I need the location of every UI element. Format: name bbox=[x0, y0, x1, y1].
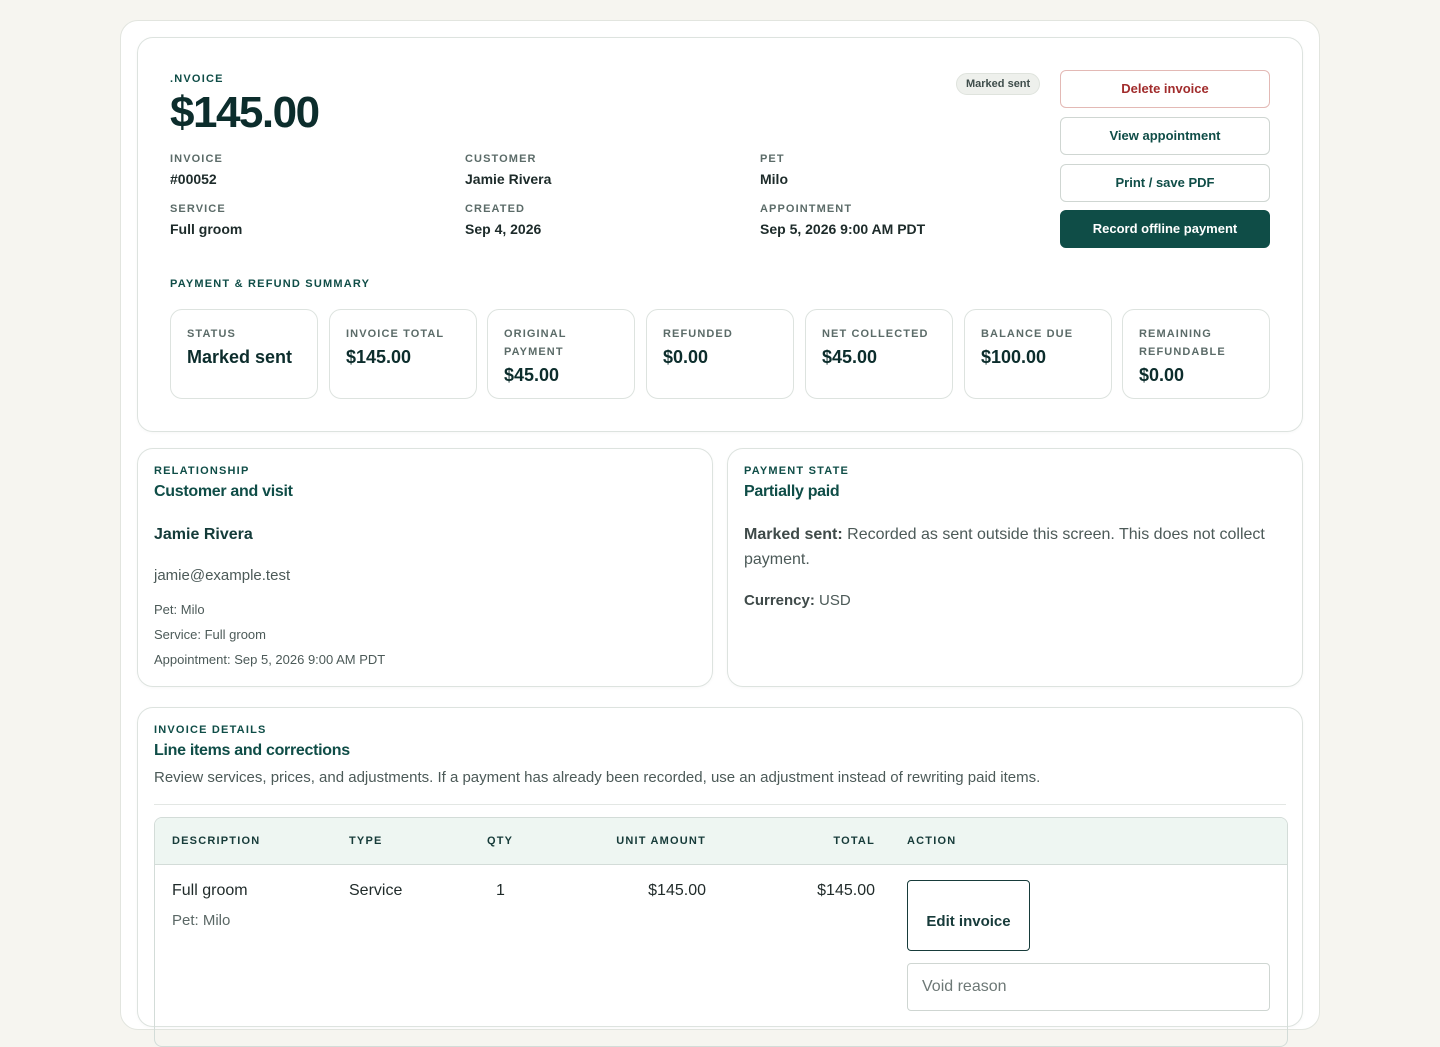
meta-value: Milo bbox=[760, 171, 788, 187]
col-total: TOTAL bbox=[833, 835, 875, 847]
relationship-eyebrow: RELATIONSHIP bbox=[154, 465, 250, 477]
col-description: DESCRIPTION bbox=[172, 835, 261, 847]
view-appointment-button[interactable]: View appointment bbox=[1060, 117, 1270, 155]
stat-value: $145.00 bbox=[346, 347, 412, 367]
stat-refunded: REFUNDED $0.00 bbox=[646, 309, 794, 399]
meta-invoice: INVOICE #00052 bbox=[170, 153, 223, 189]
row-description: Full groom bbox=[172, 882, 248, 899]
stat-balance-due: BALANCE DUE $100.00 bbox=[964, 309, 1112, 399]
currency-line: Currency: USD bbox=[744, 592, 1286, 609]
note-label: Marked sent: bbox=[744, 526, 843, 543]
payment-state-note: Marked sent: Recorded as sent outside th… bbox=[744, 522, 1286, 572]
row-type: Service bbox=[349, 882, 403, 899]
customer-name: Jamie Rivera bbox=[154, 526, 253, 543]
stat-label: STATUS bbox=[187, 328, 236, 340]
stat-remaining-refundable: REMAINING REFUNDABLE $0.00 bbox=[1122, 309, 1270, 399]
meta-label: CREATED bbox=[465, 203, 526, 215]
col-unit-amount: UNIT AMOUNT bbox=[616, 835, 706, 847]
divider bbox=[154, 804, 1286, 805]
meta-label: PET bbox=[760, 153, 785, 165]
pet-line: Pet: Milo bbox=[154, 602, 205, 617]
row-total: $145.00 bbox=[817, 882, 875, 899]
relationship-title: Customer and visit bbox=[154, 483, 293, 500]
meta-customer: CUSTOMER Jamie Rivera bbox=[465, 153, 551, 189]
currency-value: USD bbox=[814, 592, 851, 609]
stat-status: STATUS Marked sent bbox=[170, 309, 318, 399]
meta-value: Sep 4, 2026 bbox=[465, 221, 542, 237]
col-action: ACTION bbox=[907, 835, 957, 847]
service-line: Service: Full groom bbox=[154, 627, 266, 642]
stat-label: ORIGINAL PAYMENT bbox=[504, 328, 567, 358]
line-items-table: DESCRIPTION TYPE QTY UNIT AMOUNT TOTAL A… bbox=[154, 817, 1288, 1047]
meta-value: Jamie Rivera bbox=[465, 171, 552, 187]
meta-label: APPOINTMENT bbox=[760, 203, 853, 215]
meta-created: CREATED Sep 4, 2026 bbox=[465, 203, 541, 239]
void-reason-input[interactable] bbox=[907, 963, 1270, 1011]
row-qty: 1 bbox=[496, 882, 505, 899]
stat-label: NET COLLECTED bbox=[822, 328, 929, 340]
details-description: Review services, prices, and adjustments… bbox=[154, 769, 1041, 786]
payment-state-title: Partially paid bbox=[744, 483, 840, 500]
invoice-kicker: .NVOICE bbox=[170, 73, 224, 85]
stat-invoice-total: INVOICE TOTAL $145.00 bbox=[329, 309, 477, 399]
row-unit-amount: $145.00 bbox=[648, 882, 706, 899]
edit-invoice-button[interactable]: Edit invoice bbox=[907, 880, 1030, 951]
print-pdf-button[interactable]: Print / save PDF bbox=[1060, 164, 1270, 202]
meta-value: Full groom bbox=[170, 221, 243, 237]
table-header: DESCRIPTION TYPE QTY UNIT AMOUNT TOTAL A… bbox=[155, 818, 1287, 865]
payment-state-card: PAYMENT STATE Partially paid Marked sent… bbox=[727, 448, 1303, 687]
payment-state-eyebrow: PAYMENT STATE bbox=[744, 465, 850, 477]
summary-title: PAYMENT & REFUND SUMMARY bbox=[170, 278, 371, 290]
relationship-card: RELATIONSHIP Customer and visit Jamie Ri… bbox=[137, 448, 713, 687]
meta-value: #00052 bbox=[170, 171, 217, 187]
stat-label: REMAINING REFUNDABLE bbox=[1139, 328, 1226, 358]
stat-net-collected: NET COLLECTED $45.00 bbox=[805, 309, 953, 399]
customer-email: jamie@example.test bbox=[154, 567, 291, 584]
meta-pet: PET Milo bbox=[760, 153, 788, 189]
row-sub: Pet: Milo bbox=[172, 912, 231, 929]
currency-label: Currency: bbox=[744, 592, 815, 609]
stat-original-payment: ORIGINAL PAYMENT $45.00 bbox=[487, 309, 635, 399]
details-eyebrow: INVOICE DETAILS bbox=[154, 724, 267, 736]
stat-value: $45.00 bbox=[504, 365, 560, 385]
appointment-line: Appointment: Sep 5, 2026 9:00 AM PDT bbox=[154, 652, 386, 667]
stat-value: $45.00 bbox=[822, 347, 878, 367]
stat-label: REFUNDED bbox=[663, 328, 733, 340]
col-type: TYPE bbox=[349, 835, 383, 847]
status-badge: Marked sent bbox=[956, 73, 1041, 95]
meta-label: CUSTOMER bbox=[465, 153, 537, 165]
meta-label: INVOICE bbox=[170, 153, 223, 165]
stat-value: $0.00 bbox=[663, 347, 709, 367]
meta-label: SERVICE bbox=[170, 203, 226, 215]
stat-label: BALANCE DUE bbox=[981, 328, 1074, 340]
details-title: Line items and corrections bbox=[154, 742, 350, 759]
meta-value: Sep 5, 2026 9:00 AM PDT bbox=[760, 221, 926, 237]
invoice-amount: $145.00 bbox=[170, 88, 320, 137]
col-qty: QTY bbox=[487, 835, 514, 847]
stat-label: INVOICE TOTAL bbox=[346, 328, 445, 340]
stat-value: Marked sent bbox=[187, 347, 293, 367]
invoice-header-card: .NVOICE $145.00 Marked sent INVOICE #000… bbox=[137, 37, 1303, 432]
delete-invoice-button[interactable]: Delete invoice bbox=[1060, 70, 1270, 108]
record-offline-payment-button[interactable]: Record offline payment bbox=[1060, 210, 1270, 248]
meta-service: SERVICE Full groom bbox=[170, 203, 242, 239]
meta-appointment: APPOINTMENT Sep 5, 2026 9:00 AM PDT bbox=[760, 203, 925, 239]
stat-value: $0.00 bbox=[1139, 365, 1185, 385]
stat-value: $100.00 bbox=[981, 347, 1047, 367]
invoice-details-card: INVOICE DETAILS Line items and correctio… bbox=[137, 707, 1303, 1047]
